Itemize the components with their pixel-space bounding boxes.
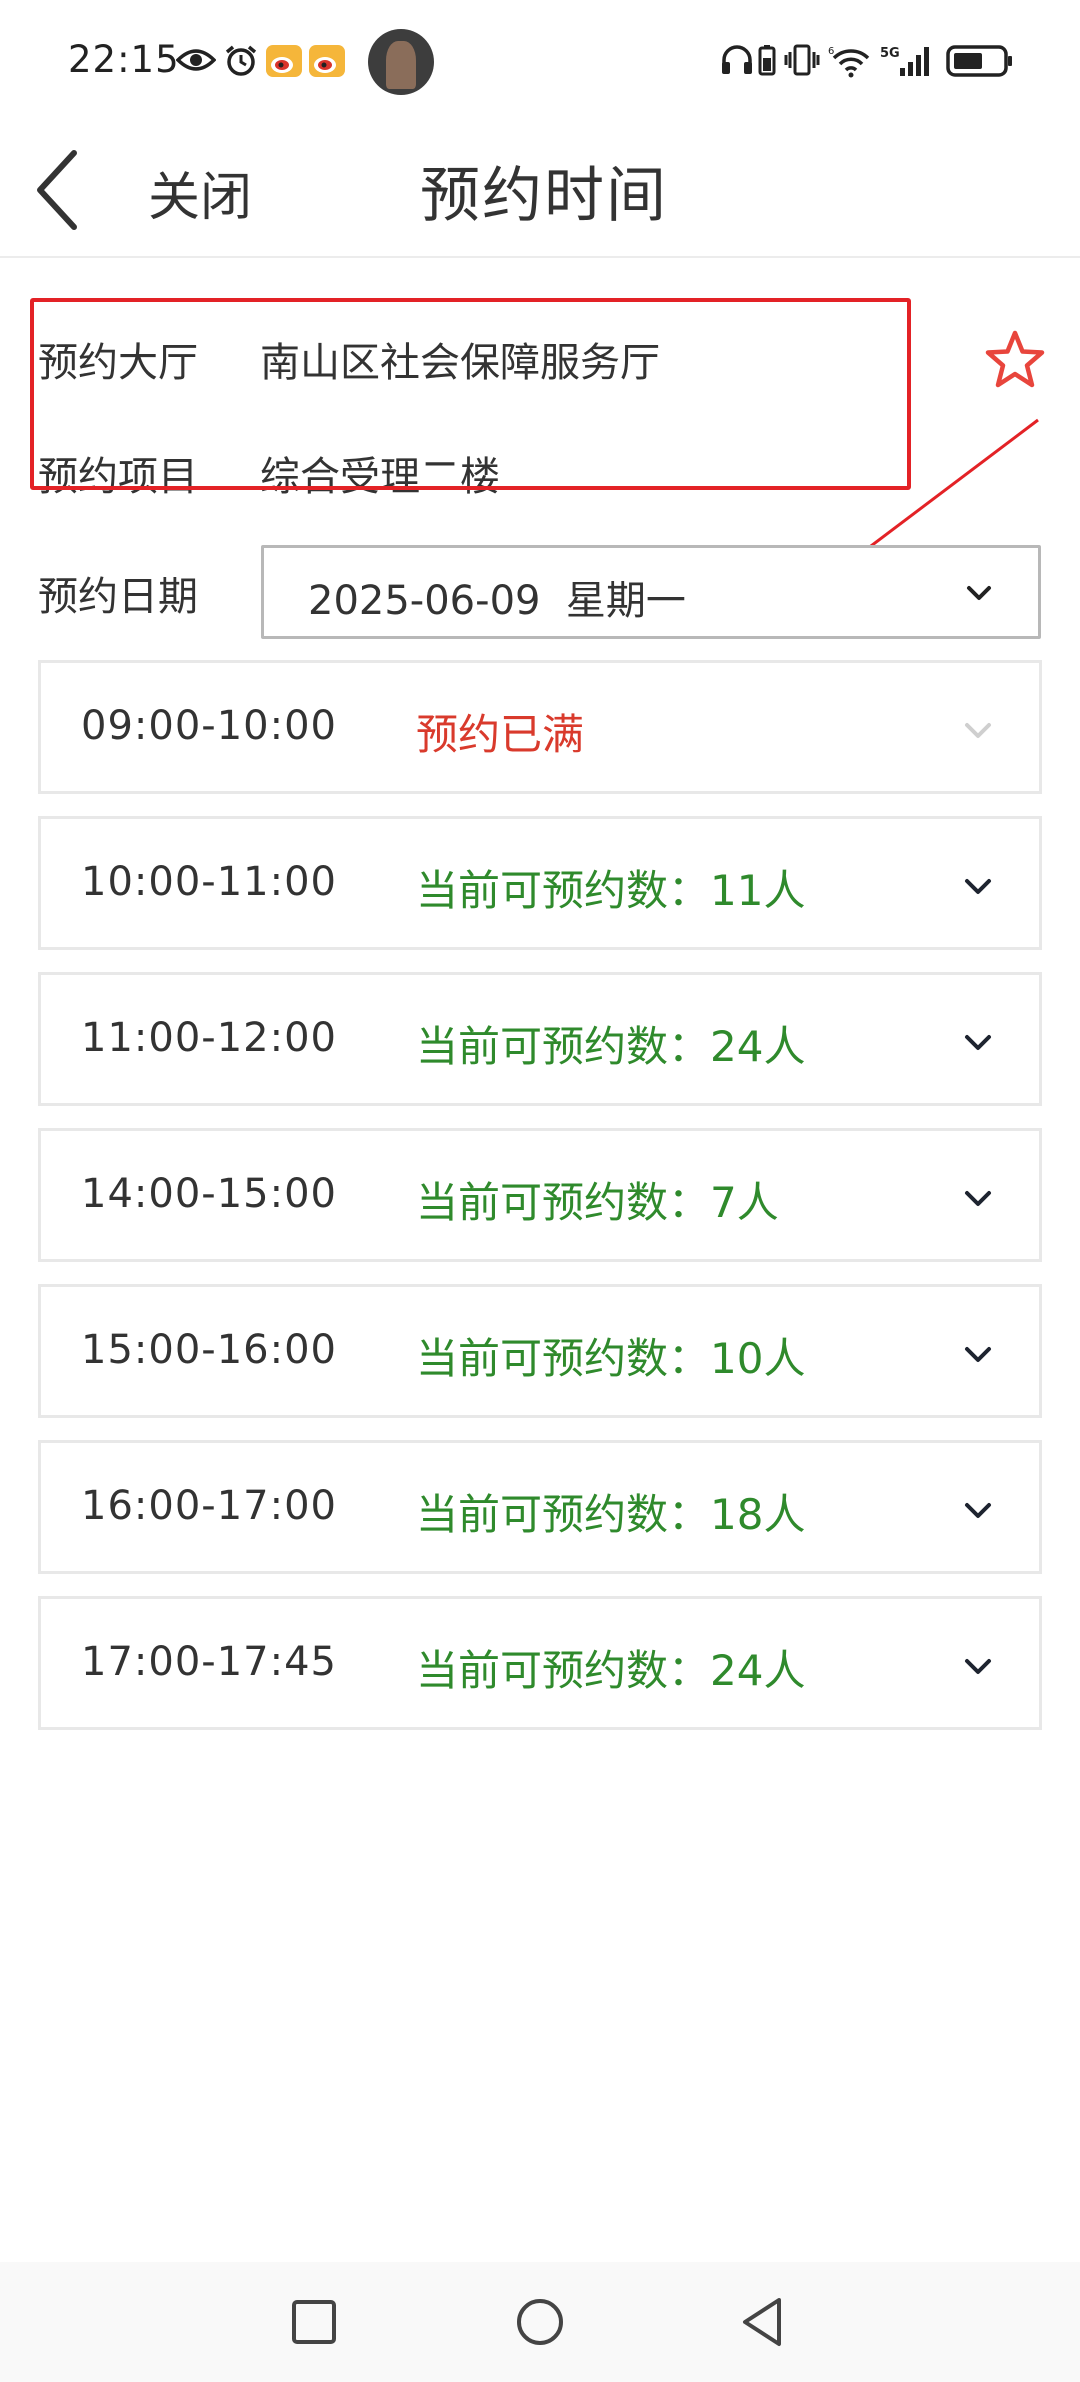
status-time: 22:15 <box>68 38 180 81</box>
date-value: 2025-06-09 星期一 <box>308 578 686 624</box>
date-label: 预约日期 <box>38 574 198 620</box>
avatar <box>368 29 434 95</box>
slot-time: 15:00-16:00 <box>81 1327 337 1373</box>
slot-1400[interactable]: 14:00-15:00 当前可预约数：7人 <box>38 1128 1042 1262</box>
slot-1600[interactable]: 16:00-17:00 当前可预约数：18人 <box>38 1440 1042 1574</box>
slot-status: 当前可预约数：18人 <box>416 1490 806 1539</box>
slot-1000[interactable]: 10:00-11:00 当前可预约数：11人 <box>38 816 1042 950</box>
chevron-down-icon[interactable] <box>961 869 995 903</box>
chevron-down-icon <box>967 586 991 600</box>
slot-time: 16:00-17:00 <box>81 1483 337 1529</box>
slot-time: 17:00-17:45 <box>81 1639 337 1685</box>
chevron-down-icon[interactable] <box>961 1493 995 1527</box>
wifi-icon: 6 <box>828 46 870 78</box>
slot-1700[interactable]: 17:00-17:45 当前可预约数：24人 <box>38 1596 1042 1730</box>
slot-status: 当前可预约数：24人 <box>416 1646 806 1695</box>
slot-0900: 09:00-10:00 预约已满 <box>38 660 1042 794</box>
home-circle-icon[interactable] <box>510 2292 570 2352</box>
svg-text:5G: 5G <box>880 46 900 61</box>
slot-time: 11:00-12:00 <box>81 1015 337 1061</box>
alarm-icon <box>225 45 257 76</box>
slot-list: 09:00-10:00 预约已满 10:00-11:00 当前可预约数：11人 … <box>38 660 1042 1752</box>
chevron-down-icon[interactable] <box>961 1649 995 1683</box>
slot-time: 09:00-10:00 <box>81 703 337 749</box>
weibo-icon <box>309 45 345 77</box>
slot-status: 当前可预约数：24人 <box>416 1022 806 1071</box>
status-bar: 22:15 6 5G <box>0 0 1080 125</box>
page-title: 预约时间 <box>420 161 668 231</box>
header: 关闭 预约时间 <box>0 125 1080 258</box>
signal-5g-icon: 5G <box>880 46 929 76</box>
chevron-down-icon <box>965 723 991 738</box>
slot-time: 14:00-15:00 <box>81 1171 337 1217</box>
annotation-box <box>30 298 911 490</box>
battery-icon <box>946 45 1012 77</box>
recents-square-icon[interactable] <box>284 2292 344 2352</box>
chevron-down-icon[interactable] <box>961 1337 995 1371</box>
eye-icon <box>176 49 216 71</box>
star-outline-icon[interactable] <box>983 328 1047 392</box>
slot-status: 预约已满 <box>416 710 585 759</box>
weibo-icon <box>266 45 302 77</box>
battery-saver-icon <box>758 45 776 76</box>
back-triangle-icon[interactable] <box>733 2292 793 2352</box>
slot-1500[interactable]: 15:00-16:00 当前可预约数：10人 <box>38 1284 1042 1418</box>
close-button[interactable]: 关闭 <box>148 155 252 230</box>
slot-1100[interactable]: 11:00-12:00 当前可预约数：24人 <box>38 972 1042 1106</box>
slot-time: 10:00-11:00 <box>81 859 337 905</box>
chevron-down-icon[interactable] <box>961 1025 995 1059</box>
back-button[interactable] <box>22 145 112 235</box>
chevron-down-icon[interactable] <box>961 1181 995 1215</box>
svg-text:6: 6 <box>828 46 834 57</box>
headphones-icon <box>722 45 752 74</box>
slot-status: 当前可预约数：7人 <box>416 1178 779 1227</box>
chevron-left-icon <box>37 150 77 230</box>
date-select[interactable]: 2025-06-09 星期一 <box>261 545 1041 639</box>
system-navbar <box>0 2262 1080 2382</box>
vibrate-icon <box>784 44 820 76</box>
slot-status: 当前可预约数：11人 <box>416 866 806 915</box>
slot-status: 当前可预约数：10人 <box>416 1334 806 1383</box>
